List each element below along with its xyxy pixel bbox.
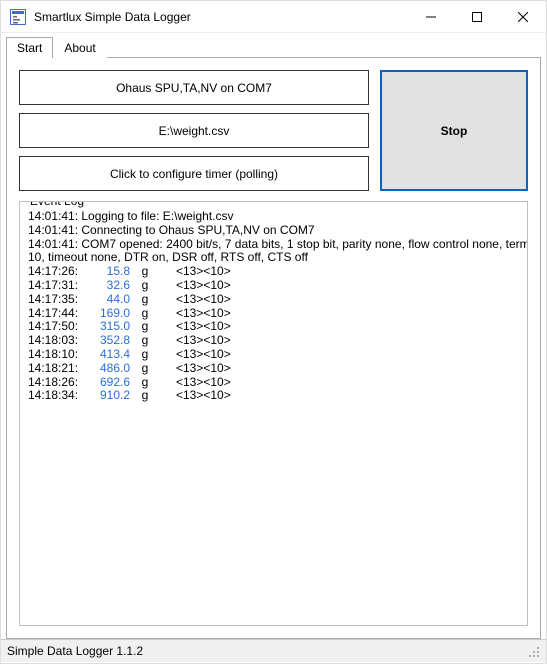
window-title: Smartlux Simple Data Logger bbox=[34, 10, 191, 24]
log-timestamp: 14:18:21: bbox=[28, 362, 86, 376]
log-data-row: 14:18:10:413.4g<13><10> bbox=[28, 348, 519, 362]
log-raw: <13><10> bbox=[160, 334, 231, 348]
stop-button[interactable]: Stop bbox=[380, 70, 528, 191]
log-timestamp: 14:17:44: bbox=[28, 307, 86, 321]
log-value: 169.0 bbox=[86, 307, 130, 321]
log-raw: <13><10> bbox=[160, 362, 231, 376]
log-unit: g bbox=[130, 320, 160, 334]
log-raw: <13><10> bbox=[160, 376, 231, 390]
log-unit: g bbox=[130, 362, 160, 376]
log-timestamp: 14:18:10: bbox=[28, 348, 86, 362]
tab-start[interactable]: Start bbox=[6, 37, 53, 58]
timer-config-button[interactable]: Click to configure timer (polling) bbox=[19, 156, 369, 191]
log-value: 486.0 bbox=[86, 362, 130, 376]
log-value: 692.6 bbox=[86, 376, 130, 390]
log-value: 32.6 bbox=[86, 279, 130, 293]
log-data-row: 14:17:31:32.6g<13><10> bbox=[28, 279, 519, 293]
resize-grip-icon[interactable] bbox=[526, 644, 540, 658]
log-data-row: 14:17:26:15.8g<13><10> bbox=[28, 265, 519, 279]
log-unit: g bbox=[130, 293, 160, 307]
device-config-button[interactable]: Ohaus SPU,TA,NV on COM7 bbox=[19, 70, 369, 105]
log-data-row: 14:17:35:44.0g<13><10> bbox=[28, 293, 519, 307]
log-line: 14:01:41: COM7 opened: 2400 bit/s, 7 dat… bbox=[28, 238, 519, 252]
log-unit: g bbox=[130, 376, 160, 390]
log-timestamp: 14:17:31: bbox=[28, 279, 86, 293]
log-unit: g bbox=[130, 389, 160, 403]
statusbar: Simple Data Logger 1.1.2 bbox=[1, 639, 546, 662]
log-data-row: 14:17:50:315.0g<13><10> bbox=[28, 320, 519, 334]
file-config-button[interactable]: E:\weight.csv bbox=[19, 113, 369, 148]
log-value: 352.8 bbox=[86, 334, 130, 348]
log-timestamp: 14:17:26: bbox=[28, 265, 86, 279]
log-raw: <13><10> bbox=[160, 293, 231, 307]
log-raw: <13><10> bbox=[160, 348, 231, 362]
log-unit: g bbox=[130, 334, 160, 348]
log-unit: g bbox=[130, 348, 160, 362]
tabstrip: Start About bbox=[1, 33, 546, 57]
log-raw: <13><10> bbox=[160, 307, 231, 321]
maximize-button[interactable] bbox=[454, 1, 500, 33]
log-data-row: 14:18:21:486.0g<13><10> bbox=[28, 362, 519, 376]
log-data-row: 14:18:34:910.2g<13><10> bbox=[28, 389, 519, 403]
titlebar: Smartlux Simple Data Logger bbox=[1, 1, 546, 33]
log-unit: g bbox=[130, 265, 160, 279]
tab-panel-start: Ohaus SPU,TA,NV on COM7 E:\weight.csv Cl… bbox=[6, 57, 541, 639]
log-line: 14:01:41: Connecting to Ohaus SPU,TA,NV … bbox=[28, 224, 519, 238]
log-raw: <13><10> bbox=[160, 279, 231, 293]
log-unit: g bbox=[130, 307, 160, 321]
log-line: 10, timeout none, DTR on, DSR off, RTS o… bbox=[28, 251, 519, 265]
log-value: 44.0 bbox=[86, 293, 130, 307]
log-raw: <13><10> bbox=[160, 320, 231, 334]
log-raw: <13><10> bbox=[160, 389, 231, 403]
log-data-row: 14:17:44:169.0g<13><10> bbox=[28, 307, 519, 321]
log-value: 413.4 bbox=[86, 348, 130, 362]
event-log-body: 14:01:41: Logging to file: E:\weight.csv… bbox=[28, 210, 519, 403]
log-timestamp: 14:17:35: bbox=[28, 293, 86, 307]
log-timestamp: 14:17:50: bbox=[28, 320, 86, 334]
log-raw: <13><10> bbox=[160, 265, 231, 279]
log-unit: g bbox=[130, 279, 160, 293]
tab-about[interactable]: About bbox=[53, 37, 106, 58]
log-data-row: 14:18:26:692.6g<13><10> bbox=[28, 376, 519, 390]
status-text: Simple Data Logger 1.1.2 bbox=[7, 644, 143, 658]
event-log-title: Event Log bbox=[27, 201, 87, 208]
minimize-button[interactable] bbox=[408, 1, 454, 33]
log-timestamp: 14:18:03: bbox=[28, 334, 86, 348]
log-timestamp: 14:18:34: bbox=[28, 389, 86, 403]
event-log-frame: Event Log 14:01:41: Logging to file: E:\… bbox=[19, 201, 528, 626]
close-button[interactable] bbox=[500, 1, 546, 33]
log-value: 315.0 bbox=[86, 320, 130, 334]
log-line: 14:01:41: Logging to file: E:\weight.csv bbox=[28, 210, 519, 224]
app-icon bbox=[10, 9, 26, 25]
log-value: 910.2 bbox=[86, 389, 130, 403]
log-data-row: 14:18:03:352.8g<13><10> bbox=[28, 334, 519, 348]
log-timestamp: 14:18:26: bbox=[28, 376, 86, 390]
log-value: 15.8 bbox=[86, 265, 130, 279]
